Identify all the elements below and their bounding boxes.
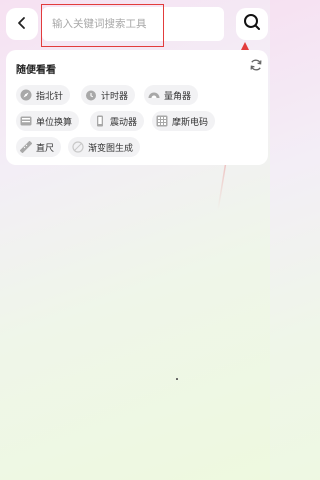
calculator-icon [20,115,32,127]
back-button[interactable] [6,8,38,40]
tool-chip-label: 摩斯电码 [172,117,209,128]
tool-chip-label: 渐变图生成 [88,143,134,154]
timer-icon [85,89,97,101]
tool-chip-label: 震动器 [110,117,138,128]
refresh-button[interactable] [248,58,264,74]
tool-chip-label: 计时器 [101,91,129,102]
tool-chip-morse-code[interactable]: 摩斯电码 [152,111,216,131]
tool-chip-gradient-generator[interactable]: 渐变图生成 [68,137,141,157]
vibrate-icon [94,115,106,127]
search-button[interactable] [236,8,268,40]
gradient-icon [72,141,84,153]
tool-chip-ruler[interactable]: 直尺 [16,137,62,157]
tool-chip-compass[interactable]: 指北针 [16,85,71,105]
tool-chip-label: 指北针 [36,91,64,102]
suggestions-title: 随便看看 [16,65,56,76]
refresh-icon [249,57,263,76]
speck [176,378,178,380]
tool-chip-timer[interactable]: 计时器 [81,85,136,105]
grid-icon [156,115,168,127]
tool-chip-label: 直尺 [36,143,55,154]
chevron-left-icon [15,15,29,34]
tool-chip-label: 单位换算 [36,117,73,128]
ruler-icon [20,141,32,153]
search-input[interactable] [52,14,222,34]
tool-chip-unit-conversion[interactable]: 单位换算 [16,111,80,131]
search-icon [243,13,261,35]
protractor-icon [148,89,160,101]
compass-icon [20,89,32,101]
suggestions-card: 随便看看 指北针 计时器 量角器 单位换算 震动器 摩斯电码 直尺 渐变图生成 [6,50,268,165]
search-box[interactable] [42,7,224,41]
tool-chip-label: 量角器 [164,91,192,102]
tool-chip-vibrator[interactable]: 震动器 [90,111,145,131]
tool-chip-protractor[interactable]: 量角器 [144,85,199,105]
